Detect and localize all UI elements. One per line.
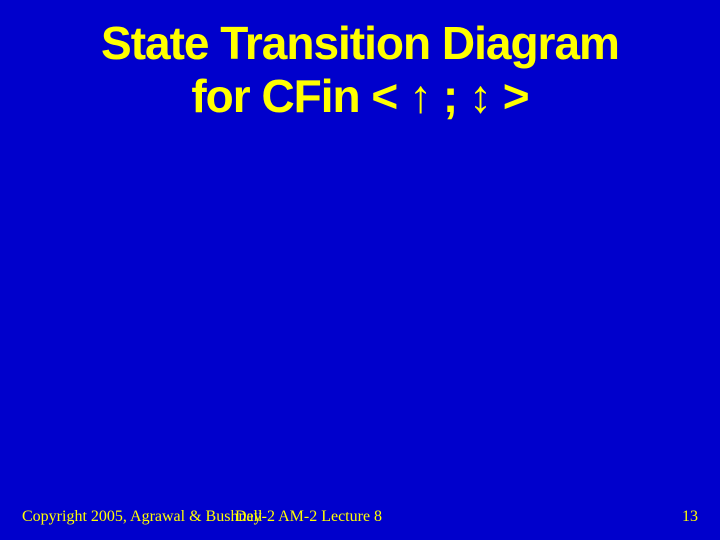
title-line2-prefix: for CFin < (191, 70, 409, 122)
footer-copyright: Copyright 2005, Agrawal & Bushnell (22, 508, 262, 526)
updown-arrow-icon: ↕ (469, 71, 491, 122)
slide-title: State Transition Diagram for CFin < ↑ ; … (0, 18, 720, 121)
slide-footer: Copyright 2005, Agrawal & Bushnell Day-2… (0, 508, 720, 526)
footer-page-number: 13 (682, 508, 698, 526)
title-line1: State Transition Diagram (101, 17, 619, 69)
footer-lecture: Day-2 AM-2 Lecture 8 (235, 508, 382, 526)
title-line2-mid: ; (431, 70, 469, 122)
title-line2: for CFin < ↑ ; ↕ > (0, 71, 720, 122)
up-arrow-icon: ↑ (409, 71, 431, 122)
title-line2-suffix: > (491, 70, 529, 122)
